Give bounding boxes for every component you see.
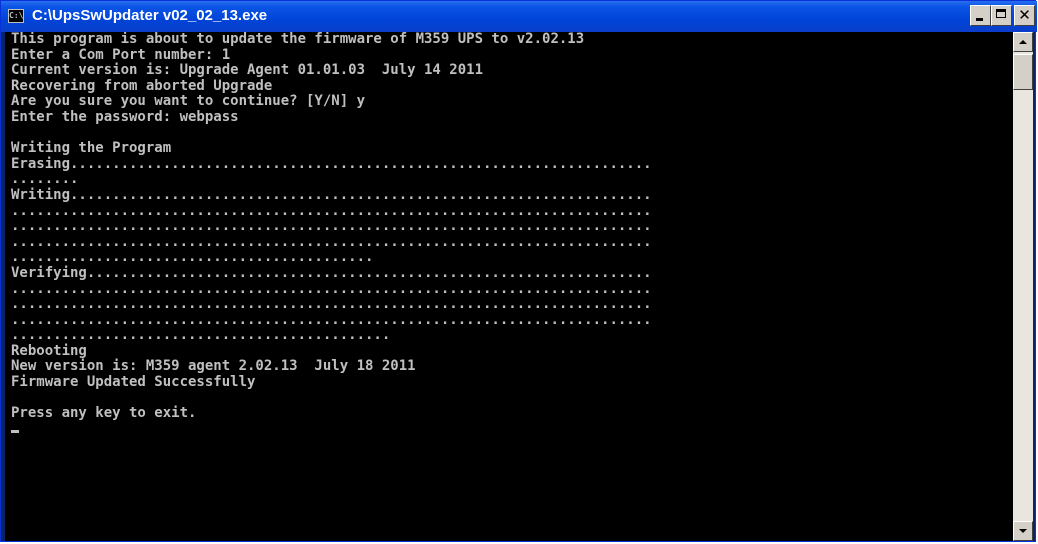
console-line: Writing.................................…: [11, 186, 652, 203]
console-line: Erasing.................................…: [11, 155, 652, 172]
console-line: ........................................…: [11, 311, 652, 328]
console-line: Rebooting: [11, 342, 87, 359]
close-button[interactable]: ✕: [1014, 5, 1035, 26]
maximize-icon: [996, 9, 1006, 18]
console-line: ........................................…: [11, 280, 652, 297]
scroll-up-arrow-icon: [1019, 40, 1027, 44]
console-line: Writing the Program: [11, 140, 172, 157]
console-line: Current version is: Upgrade Agent 01.01.…: [11, 62, 484, 79]
console-line: ........: [11, 171, 79, 188]
minimize-icon: [976, 18, 983, 21]
console-line: Firmware Updated Successfully: [11, 374, 256, 391]
console-line: ........................................…: [11, 218, 652, 235]
console-line: ........................................…: [11, 202, 652, 219]
console-line: ........................................…: [11, 233, 652, 250]
minimize-button[interactable]: [970, 5, 991, 26]
scroll-up-button[interactable]: [1013, 32, 1033, 52]
close-icon: ✕: [1018, 6, 1031, 24]
console-line: Verifying...............................…: [11, 264, 652, 281]
text-cursor: [11, 429, 19, 433]
console-line: ........................................…: [11, 249, 374, 266]
scroll-down-arrow-icon: [1019, 529, 1027, 533]
console-line: This program is about to update the firm…: [11, 32, 585, 47]
console-line: Recovering from aborted Upgrade: [11, 77, 273, 94]
scroll-thumb[interactable]: [1013, 54, 1033, 90]
console-line: New version is: M359 agent 2.02.13 July …: [11, 358, 416, 375]
maximize-button[interactable]: [991, 5, 1012, 26]
console-line: ........................................…: [11, 296, 652, 313]
console-window: C:\ C:\UpsSwUpdater v02_02_13.exe ✕ This…: [0, 0, 1037, 542]
vertical-scrollbar[interactable]: [1013, 32, 1033, 541]
window-title: C:\UpsSwUpdater v02_02_13.exe: [32, 7, 268, 24]
caption-buttons: ✕: [970, 5, 1035, 27]
title-bar[interactable]: C:\ C:\UpsSwUpdater v02_02_13.exe ✕: [1, 1, 1037, 32]
console-output-area[interactable]: This program is about to update the firm…: [5, 32, 1013, 541]
console-line: Enter a Com Port number: 1: [11, 46, 231, 63]
console-icon[interactable]: C:\: [8, 9, 24, 23]
console-output: This program is about to update the firm…: [5, 32, 1013, 437]
console-line: ........................................…: [11, 327, 391, 344]
scroll-down-button[interactable]: [1013, 521, 1033, 541]
console-line: Press any key to exit.: [11, 405, 197, 422]
console-line: Enter the password: webpass: [11, 108, 239, 125]
console-line: Are you sure you want to continue? [Y/N]…: [11, 93, 366, 110]
